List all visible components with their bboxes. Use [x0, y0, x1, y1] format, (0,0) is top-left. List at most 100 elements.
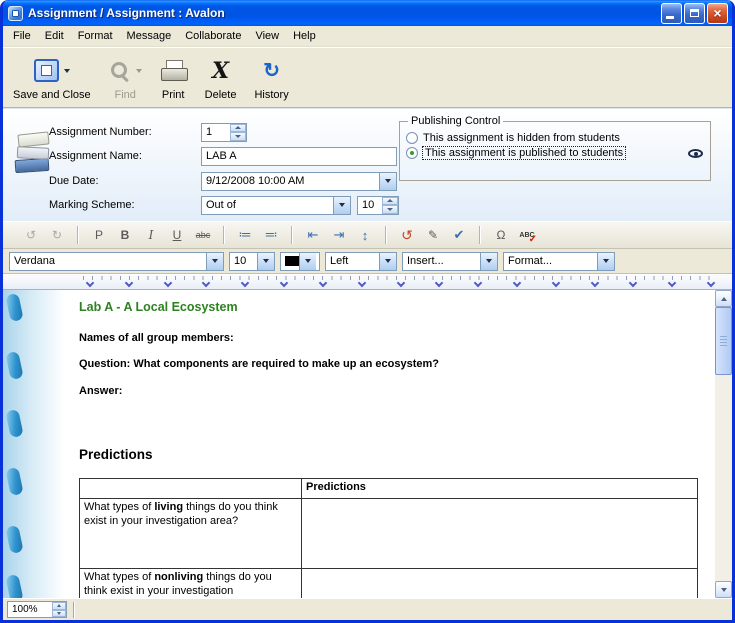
spin-down-button[interactable]	[382, 205, 398, 214]
assignment-number-stepper[interactable]: 1	[201, 123, 247, 142]
scroll-up-button[interactable]	[715, 290, 732, 307]
underline-button[interactable]: U	[165, 225, 189, 245]
print-button[interactable]: Print	[158, 53, 189, 103]
maximize-button[interactable]	[684, 3, 705, 24]
plain-style-button[interactable]: P	[87, 225, 111, 245]
spin-up-button[interactable]	[230, 124, 246, 133]
tab-stop-marker[interactable]	[590, 279, 598, 287]
font-size-select[interactable]: 10	[229, 252, 275, 271]
tab-stop-marker[interactable]	[241, 279, 249, 287]
font-size-dropdown-button[interactable]	[257, 253, 274, 270]
spin-down-button[interactable]	[230, 132, 246, 141]
approve-button[interactable]: ✔	[447, 225, 471, 245]
format-dropdown-button[interactable]	[597, 253, 614, 270]
tab-stop-marker[interactable]	[319, 279, 327, 287]
redo-button[interactable]: ↻	[45, 225, 69, 245]
tab-stop-marker[interactable]	[396, 279, 404, 287]
find-button[interactable]: Find	[107, 53, 144, 103]
menu-item-message[interactable]: Message	[120, 27, 179, 45]
delete-button[interactable]: X Delete	[203, 53, 239, 103]
font-family-select[interactable]: Verdana	[9, 252, 224, 271]
bullet-list-button[interactable]: ≔	[233, 225, 257, 245]
radio-option-hidden[interactable]: This assignment is hidden from students	[406, 132, 704, 144]
tab-stop-marker[interactable]	[280, 279, 288, 287]
prediction-cell[interactable]	[302, 498, 698, 568]
outdent-button[interactable]: ⇤	[301, 225, 325, 245]
tab-stop-marker[interactable]	[125, 279, 133, 287]
save-and-close-dropdown-icon[interactable]	[64, 69, 70, 73]
marking-points-spin[interactable]	[382, 197, 398, 214]
tab-stop-marker[interactable]	[668, 279, 676, 287]
tab-stop-marker[interactable]	[163, 279, 171, 287]
tab-stop-marker[interactable]	[707, 279, 715, 287]
italic-button[interactable]: I	[139, 225, 163, 245]
revert-button[interactable]: ↺	[395, 225, 419, 245]
marking-scheme-select[interactable]: Out of	[201, 196, 351, 215]
zoom-control[interactable]: 100%	[7, 601, 67, 618]
font-family-dropdown-button[interactable]	[206, 253, 223, 270]
menu-item-view[interactable]: View	[248, 27, 286, 45]
alignment-select[interactable]: Left	[325, 252, 397, 271]
scroll-down-button[interactable]	[715, 581, 732, 598]
signature-button[interactable]: ✎	[421, 225, 445, 245]
alignment-dropdown-button[interactable]	[379, 253, 396, 270]
question-cell[interactable]: What types of living things do you think…	[80, 498, 302, 568]
tab-stop-marker[interactable]	[357, 279, 365, 287]
menu-item-collaborate[interactable]: Collaborate	[178, 27, 248, 45]
format-select[interactable]: Format...	[503, 252, 615, 271]
tab-stop-marker[interactable]	[474, 279, 482, 287]
zoom-spin[interactable]	[52, 602, 66, 617]
find-dropdown-icon[interactable]	[136, 69, 142, 73]
tab-stop-marker[interactable]	[629, 279, 637, 287]
menu-item-edit[interactable]: Edit	[38, 27, 71, 45]
vertical-scrollbar[interactable]	[715, 290, 732, 598]
document-content[interactable]: Lab A - A Local Ecosystem Names of all g…	[79, 290, 698, 598]
minimize-button[interactable]	[661, 3, 682, 24]
tab-stop-marker[interactable]	[202, 279, 210, 287]
save-and-close-button[interactable]: Save and Close	[11, 53, 93, 103]
marking-scheme-dropdown-button[interactable]	[333, 197, 350, 214]
undo-button[interactable]: ↺	[19, 225, 43, 245]
font-color-select[interactable]	[280, 252, 320, 271]
assignment-name-field[interactable]	[201, 147, 397, 166]
font-color-dropdown-button[interactable]	[299, 253, 316, 270]
tab-stop-marker[interactable]	[513, 279, 521, 287]
question-cell[interactable]: What types of nonliving things do you th…	[80, 568, 302, 598]
indent-button[interactable]: ⇥	[327, 225, 351, 245]
line-spacing-button[interactable]: ↕	[353, 225, 377, 245]
table-corner-cell[interactable]	[80, 478, 302, 498]
marking-points-stepper[interactable]: 10	[357, 196, 399, 215]
radio-option-published[interactable]: This assignment is published to students	[406, 147, 704, 159]
strikethrough-button[interactable]: abc	[191, 225, 215, 245]
spellcheck-button[interactable]: ABC ✓	[515, 225, 539, 245]
spin-up-button[interactable]	[52, 602, 66, 610]
spin-up-button[interactable]	[382, 197, 398, 206]
insert-symbol-button[interactable]: Ω	[489, 225, 513, 245]
tab-stop-marker[interactable]	[86, 279, 94, 287]
menu-item-format[interactable]: Format	[71, 27, 120, 45]
radio-hidden-label[interactable]: This assignment is hidden from students	[423, 132, 620, 144]
radio-unselected-icon[interactable]	[406, 132, 418, 144]
tab-stop-marker[interactable]	[552, 279, 560, 287]
due-date-dropdown-button[interactable]	[379, 173, 396, 190]
title-bar[interactable]: Assignment / Assignment : Avalon ×	[3, 0, 732, 26]
app-icon[interactable]	[8, 6, 23, 21]
radio-published-label[interactable]: This assignment is published to students	[423, 147, 625, 159]
menu-item-file[interactable]: File	[6, 27, 38, 45]
history-button[interactable]: ↻ History	[252, 53, 290, 103]
scroll-thumb[interactable]	[715, 307, 732, 375]
menu-item-help[interactable]: Help	[286, 27, 323, 45]
ruler[interactable]	[3, 274, 732, 290]
assignment-number-spin[interactable]	[230, 124, 246, 141]
radio-selected-icon[interactable]	[406, 147, 418, 159]
close-button[interactable]: ×	[707, 3, 728, 24]
insert-select[interactable]: Insert...	[402, 252, 498, 271]
bold-button[interactable]: B	[113, 225, 137, 245]
prediction-cell[interactable]	[302, 568, 698, 598]
numbered-list-button[interactable]: ≕	[259, 225, 283, 245]
spin-down-button[interactable]	[52, 610, 66, 618]
document-area[interactable]: Lab A - A Local Ecosystem Names of all g…	[3, 290, 732, 598]
insert-dropdown-button[interactable]	[480, 253, 497, 270]
tab-stop-marker[interactable]	[435, 279, 443, 287]
due-date-select[interactable]: 9/12/2008 10:00 AM	[201, 172, 397, 191]
